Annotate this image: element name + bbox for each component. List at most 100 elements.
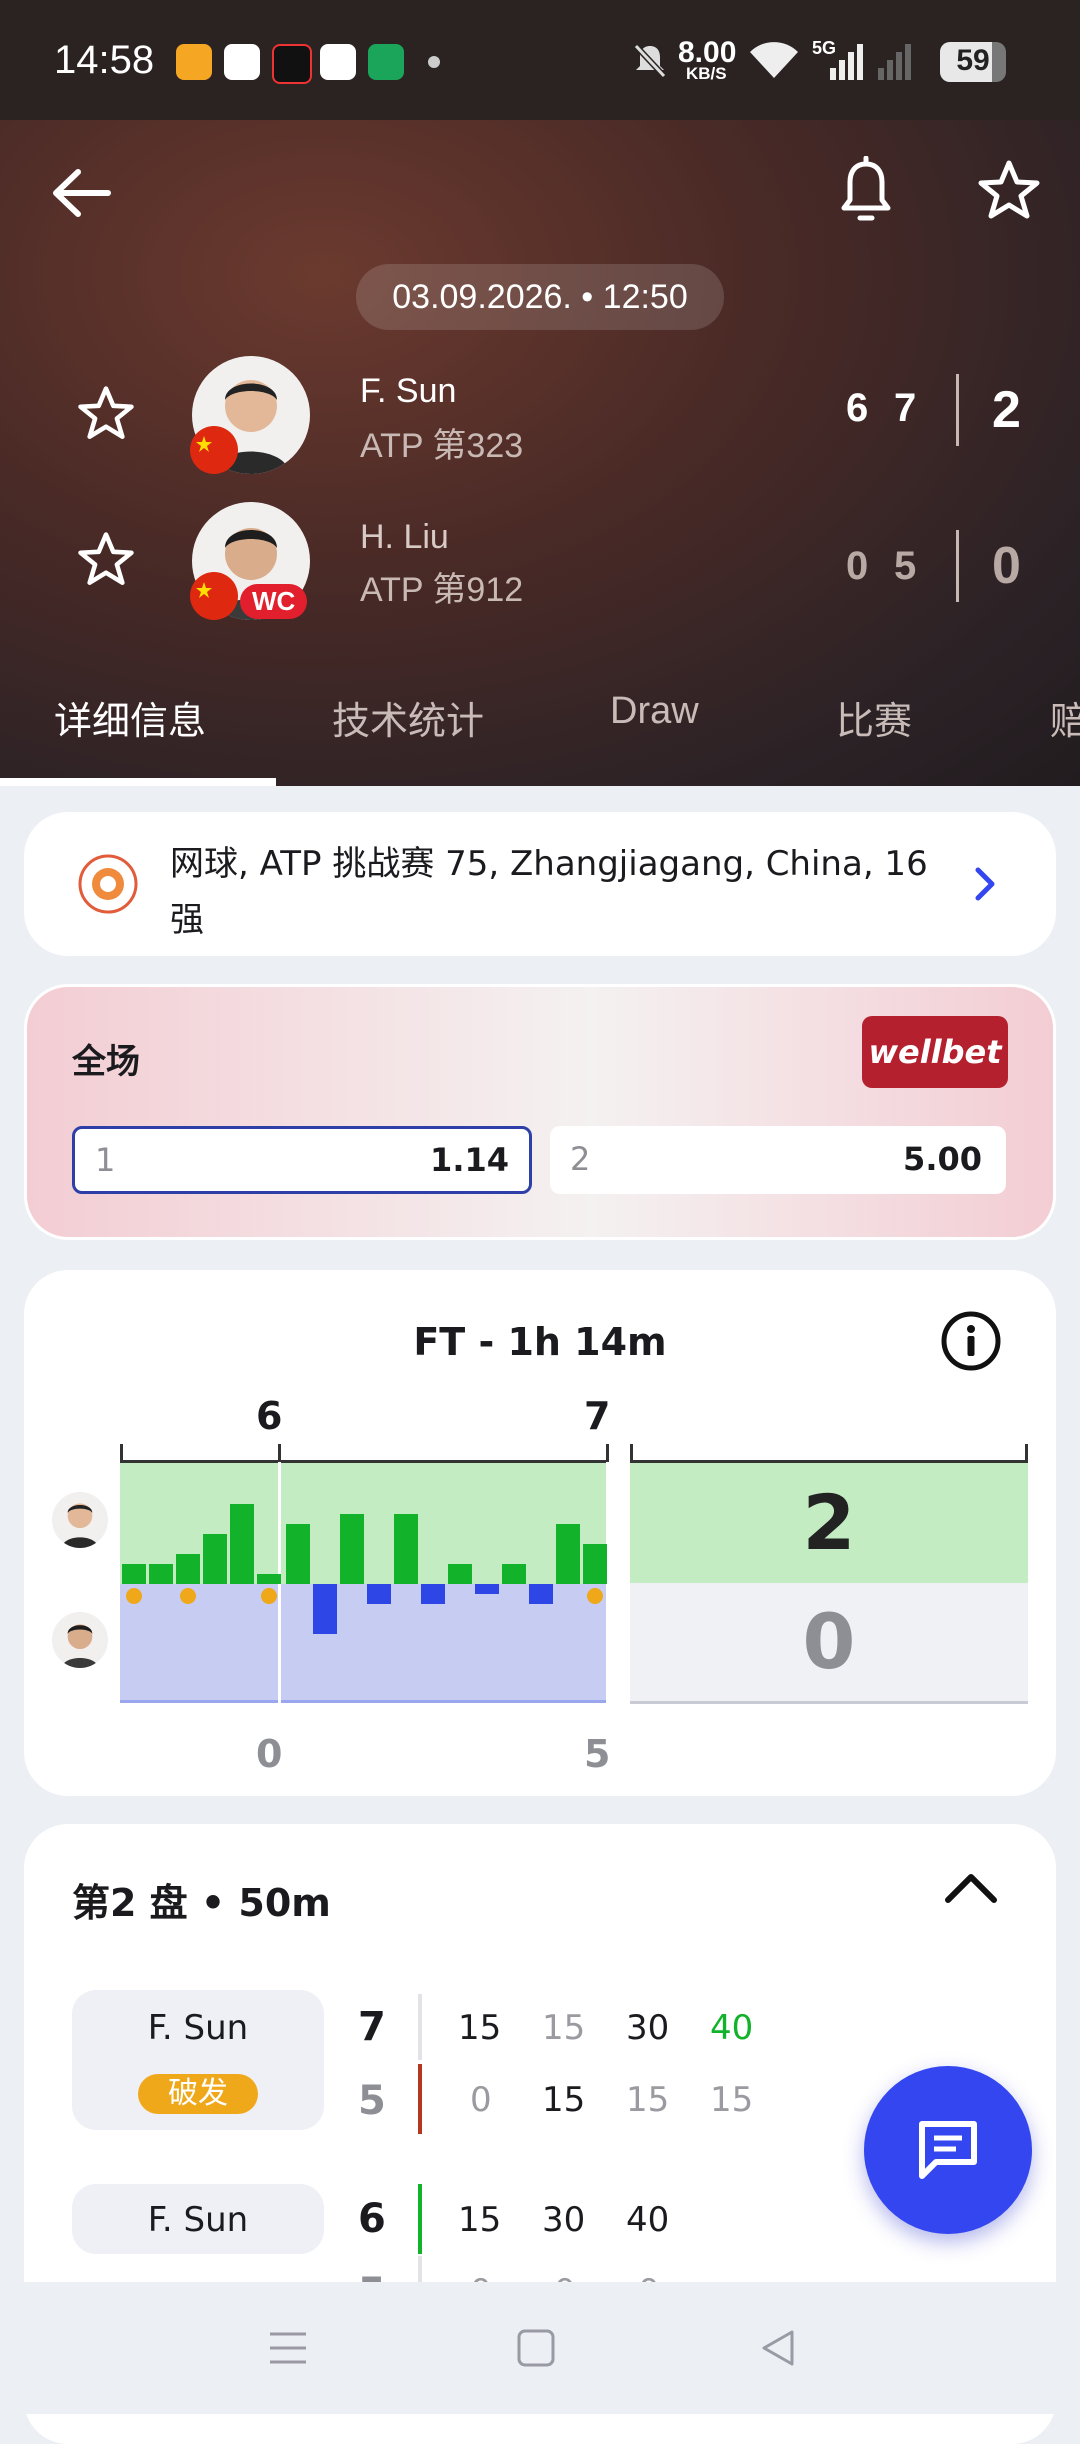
back-nav-icon[interactable] xyxy=(756,2326,800,2374)
china-flag-icon xyxy=(190,572,238,620)
point-score: 15 xyxy=(542,2008,586,2048)
signal-icon xyxy=(826,40,916,86)
chevron-up-icon[interactable] xyxy=(942,1868,1000,1912)
home-icon[interactable] xyxy=(514,2326,558,2374)
player1-set2-score: 7 xyxy=(894,386,917,430)
server-name: F. Sun xyxy=(147,2200,249,2240)
info-icon[interactable] xyxy=(940,1310,1002,1376)
tab-details[interactable]: 详细信息 xyxy=(54,690,206,745)
chat-icon xyxy=(914,2116,982,2188)
match-duration-title: FT - 1h 14m xyxy=(413,1320,667,1364)
point-score: 30 xyxy=(542,2200,586,2240)
hold-indicator-bar xyxy=(418,2184,422,2254)
tab-matches[interactable]: 比赛 xyxy=(836,690,912,745)
chart-tick xyxy=(120,1444,123,1462)
player2-set1-score: 0 xyxy=(846,544,869,588)
wifi-icon xyxy=(748,38,800,84)
total-sets-player2: 0 xyxy=(630,1583,1028,1704)
chart-baseline xyxy=(120,1700,608,1703)
recent-apps-icon[interactable] xyxy=(266,2326,310,2374)
net-speed-unit: KB/S xyxy=(686,64,727,83)
odds-option-value: 1.14 xyxy=(430,1141,509,1179)
back-arrow-icon[interactable] xyxy=(48,160,118,226)
point-score: 15 xyxy=(626,2080,670,2120)
more-notifications-dot xyxy=(428,56,440,68)
player1-total-sets: 2 xyxy=(992,381,1021,439)
game-score-top: 7 xyxy=(358,2004,386,2050)
mute-icon xyxy=(630,40,670,84)
player1-set1-score: 6 xyxy=(846,386,869,430)
point-score: 0 xyxy=(470,2080,492,2120)
bell-icon[interactable] xyxy=(836,156,896,228)
chart-tick xyxy=(278,1444,281,1462)
odds-market-title: 全场 xyxy=(72,1042,140,1082)
battery-level: 59 xyxy=(956,44,990,77)
score-bar xyxy=(418,1994,422,2060)
break-indicator-bar xyxy=(418,2064,422,2134)
player2-rank: ATP 第912 xyxy=(360,571,524,609)
set-chart-win-area xyxy=(120,1462,608,1584)
player2-set2-score: 5 xyxy=(894,544,917,588)
point-score: 40 xyxy=(710,2008,754,2048)
break-badge: 破发 xyxy=(138,2074,258,2114)
point-score: 40 xyxy=(626,2200,670,2240)
bookmaker-logo[interactable]: wellbet xyxy=(862,1016,1008,1088)
tab-draw[interactable]: Draw xyxy=(610,690,699,733)
set1-bottom-label: 0 xyxy=(256,1732,283,1776)
point-score: 30 xyxy=(626,2008,670,2048)
odds-option-away[interactable]: 2 5.00 xyxy=(550,1126,1006,1194)
weibo-app-icon xyxy=(176,44,212,80)
tournament-name-line1: 网球, ATP 挑战赛 75, Zhangjiagang, China, 16 xyxy=(170,844,928,884)
chart-tick xyxy=(630,1444,633,1462)
player2-small-avatar xyxy=(52,1612,108,1668)
tab-statistics[interactable]: 技术统计 xyxy=(332,690,484,745)
point-score: 15 xyxy=(710,2080,754,2120)
tournament-logo-icon xyxy=(76,852,140,920)
player1-name[interactable]: F. Sun xyxy=(360,372,456,411)
game-score-bottom: 5 xyxy=(358,2078,386,2124)
set-chart-loss-area xyxy=(120,1584,608,1702)
match-datetime: 03.09.2026. • 12:50 xyxy=(356,264,724,330)
oppo-app-icon xyxy=(368,44,404,80)
browser-app-icon xyxy=(320,44,356,80)
set2-divider xyxy=(606,1444,609,1720)
player2-name[interactable]: H. Liu xyxy=(360,518,449,557)
qq-app-icon xyxy=(224,44,260,80)
set2-bottom-label: 5 xyxy=(584,1732,611,1776)
status-time: 14:58 xyxy=(54,38,155,82)
china-flag-icon xyxy=(190,426,238,474)
status-bar xyxy=(0,0,1080,120)
point-score: 15 xyxy=(542,2080,586,2120)
total-sets-player1: 2 xyxy=(630,1463,1028,1583)
player1-favorite-star-icon[interactable] xyxy=(76,384,136,444)
set2-top-label: 7 xyxy=(584,1394,611,1438)
active-tab-indicator xyxy=(0,778,276,786)
player2-total-sets: 0 xyxy=(992,537,1021,595)
odds-option-value: 5.00 xyxy=(903,1140,982,1178)
chart-topline xyxy=(120,1460,608,1463)
server-name: F. Sun xyxy=(147,2008,249,2048)
set1-top-label: 6 xyxy=(256,1394,283,1438)
score-divider xyxy=(956,530,959,602)
odds-option-label: 1 xyxy=(95,1141,116,1179)
chevron-right-icon[interactable] xyxy=(970,864,1000,908)
player2-favorite-star-icon[interactable] xyxy=(76,530,136,590)
odds-option-home[interactable]: 1 1.14 xyxy=(72,1126,532,1194)
point-score: 15 xyxy=(458,2008,502,2048)
odds-option-label: 2 xyxy=(570,1140,591,1178)
tiktok-app-icon xyxy=(272,44,312,84)
score-divider xyxy=(956,374,959,446)
tab-odds[interactable]: 赔 xyxy=(1050,690,1080,745)
set1-divider xyxy=(278,1444,281,1720)
wildcard-badge: WC xyxy=(240,584,308,619)
tournament-name-line2: 强 xyxy=(170,900,204,940)
chat-button[interactable] xyxy=(864,2066,1032,2234)
favorite-star-icon[interactable] xyxy=(976,158,1042,224)
point-score: 15 xyxy=(458,2200,502,2240)
chart-tick xyxy=(606,1444,609,1462)
chart-tick xyxy=(1025,1444,1028,1462)
set-detail-header: 第2 盘 • 50m xyxy=(72,1881,331,1925)
player1-small-avatar xyxy=(52,1492,108,1548)
player1-rank: ATP 第323 xyxy=(360,427,524,465)
game-score-top: 6 xyxy=(358,2196,386,2242)
